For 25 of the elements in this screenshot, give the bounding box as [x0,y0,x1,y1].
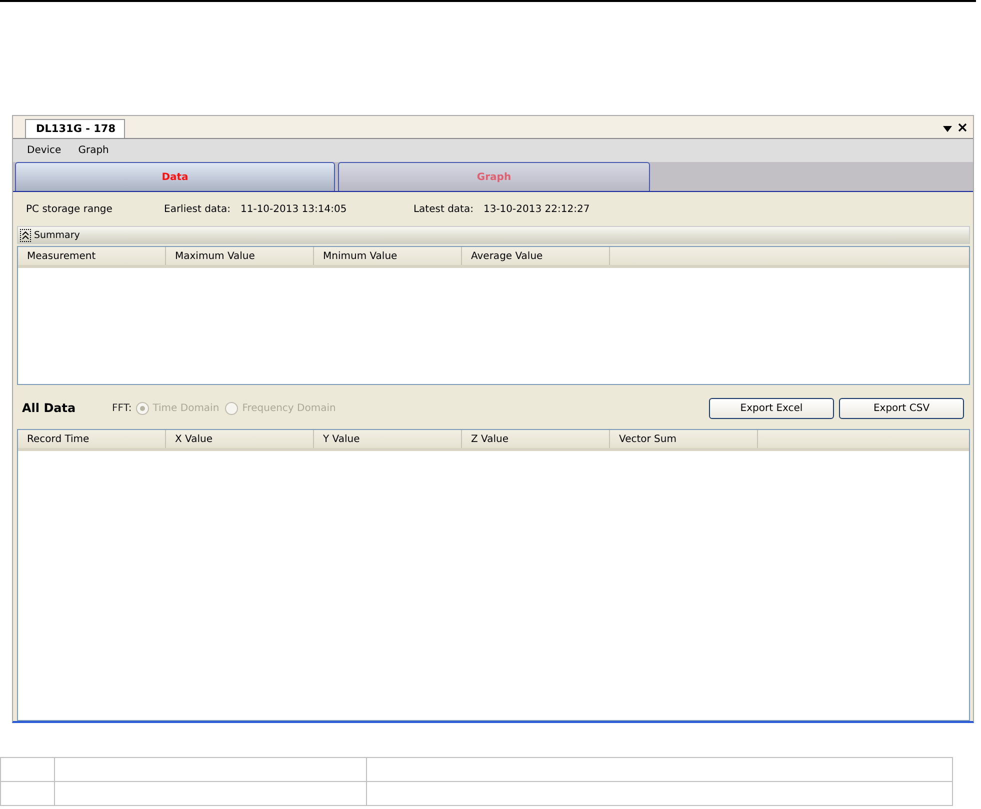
column-header[interactable]: Vector Sum [610,430,758,448]
document-tab[interactable]: DL131G - 178 [25,119,125,138]
column-header[interactable]: Record Time [18,430,166,448]
summary-title: Summary [34,230,80,240]
export-button[interactable]: Export Excel [709,398,834,418]
latest-label: Latest data: [413,204,474,214]
fft-label: FFT: [112,402,132,414]
earliest-label: Earliest data: [164,204,230,214]
close-icon[interactable] [958,123,967,132]
latest-value: 13-10-2013 22:12:27 [483,204,590,214]
storage-range-label: PC storage range [26,204,114,214]
export-button[interactable]: Export CSV [839,398,964,418]
column-header[interactable]: Measurement [18,247,166,265]
dropdown-icon[interactable] [943,126,952,132]
column-header[interactable]: Z Value [462,430,610,448]
column-header[interactable]: Average Value [462,247,610,265]
column-header[interactable]: Maximum Value [166,247,314,265]
section-title: All Data [22,401,77,415]
column-header[interactable]: Mnimum Value [314,247,462,265]
collapse-toggle[interactable] [20,228,31,242]
column-header[interactable]: X Value [166,430,314,448]
earliest-value: 11-10-2013 13:14:05 [240,204,348,214]
column-header[interactable]: Y Value [314,430,462,448]
menu-item[interactable]: Graph [78,145,109,156]
menu-item[interactable]: Device [27,145,62,156]
